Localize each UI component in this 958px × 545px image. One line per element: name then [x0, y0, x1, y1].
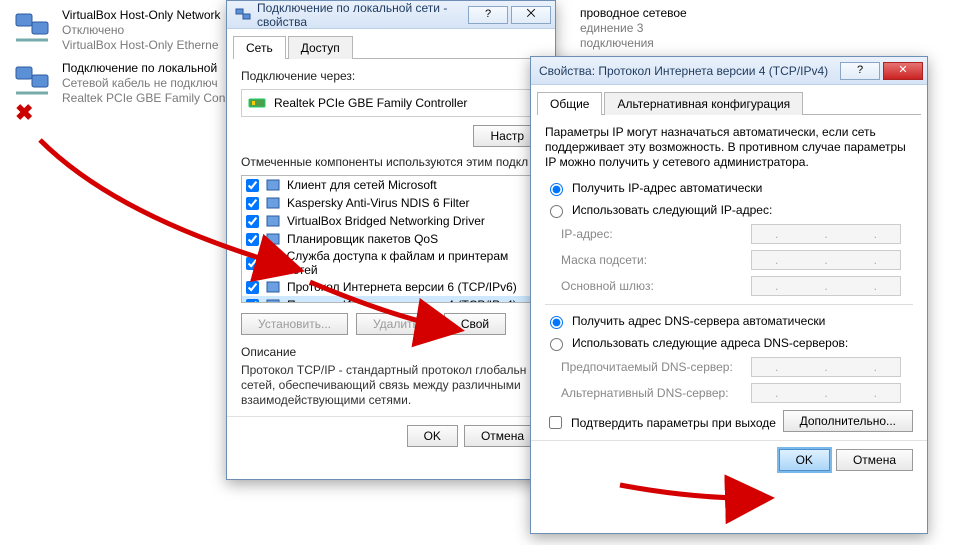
network-adapter-icon: [12, 61, 52, 101]
component-item[interactable]: Планировщик пакетов QoS: [242, 230, 540, 248]
network-adapter-icon: [12, 8, 52, 48]
dns-pref-input: ...: [751, 357, 901, 377]
dns-alt-input: ...: [751, 383, 901, 403]
connect-via-label: Подключение через:: [241, 69, 541, 83]
component-icon: [265, 213, 281, 229]
titlebar[interactable]: Свойства: Протокол Интернета версии 4 (T…: [531, 57, 927, 85]
component-label: Служба доступа к файлам и принтерам сете…: [287, 249, 536, 277]
component-checkbox[interactable]: [246, 281, 259, 294]
dns-pref-label: Предпочитаемый DNS-сервер:: [561, 360, 751, 374]
dns-alt-label: Альтернативный DNS-сервер:: [561, 386, 751, 400]
titlebar[interactable]: Подключение по локальной сети - свойства…: [227, 1, 555, 29]
component-label: Клиент для сетей Microsoft: [287, 178, 437, 192]
advanced-button[interactable]: Дополнительно...: [783, 410, 913, 432]
tabstrip: Сеть Доступ: [233, 35, 549, 59]
radio-ip-auto[interactable]: Получить IP-адрес автоматически: [545, 180, 913, 196]
adapter-name: Realtek PCIe GBE Family Controller: [274, 96, 467, 110]
radio-input[interactable]: [550, 205, 563, 218]
component-label: Планировщик пакетов QoS: [287, 232, 438, 246]
ok-button[interactable]: OK: [779, 449, 830, 471]
net-item-adapter: Realtek PCIe GBE Family Con: [62, 91, 225, 106]
close-button[interactable]: ✕: [883, 62, 923, 80]
radio-input[interactable]: [550, 183, 563, 196]
component-icon: [265, 231, 281, 247]
tab-access[interactable]: Доступ: [288, 36, 353, 59]
network-item-partial: проводное сетевое единение 3 подключения: [580, 6, 687, 51]
component-icon: [265, 279, 281, 295]
close-button[interactable]: ⨉: [511, 6, 551, 24]
subnet-label: Маска подсети:: [561, 253, 751, 267]
tab-general[interactable]: Общие: [537, 92, 602, 115]
help-button[interactable]: ?: [840, 62, 880, 80]
component-checkbox[interactable]: [246, 233, 259, 246]
component-checkbox[interactable]: [246, 215, 259, 228]
radio-ip-manual[interactable]: Использовать следующий IP-адрес:: [545, 202, 913, 218]
component-label: Kaspersky Anti-Virus NDIS 6 Filter: [287, 196, 470, 210]
component-icon: [265, 195, 281, 211]
dialog-title: Свойства: Протокол Интернета версии 4 (T…: [539, 64, 837, 78]
tab-network[interactable]: Сеть: [233, 36, 286, 59]
description-heading: Описание: [241, 345, 541, 359]
remove-button[interactable]: Удалить: [356, 313, 436, 335]
ip-address-input: ...: [751, 224, 901, 244]
net-item-status: Сетевой кабель не подключ: [62, 76, 225, 91]
network-icon: [235, 7, 251, 23]
component-checkbox[interactable]: [246, 257, 259, 270]
component-checkbox[interactable]: [246, 299, 259, 304]
component-label: Протокол Интернета версии 6 (TCP/IPv6): [287, 280, 517, 294]
component-icon: [265, 255, 281, 271]
radio-dns-manual[interactable]: Использовать следующие адреса DNS-сервер…: [545, 335, 913, 351]
component-item[interactable]: Kaspersky Anti-Virus NDIS 6 Filter: [242, 194, 540, 212]
net-item-adapter: VirtualBox Host-Only Etherne: [62, 38, 221, 53]
radio-input[interactable]: [550, 338, 563, 351]
component-item[interactable]: VirtualBox Bridged Networking Driver: [242, 212, 540, 230]
component-label: VirtualBox Bridged Networking Driver: [287, 214, 485, 228]
ip-address-label: IP-адрес:: [561, 227, 751, 241]
gateway-label: Основной шлюз:: [561, 279, 751, 293]
adapter-box: Realtek PCIe GBE Family Controller: [241, 89, 541, 117]
net-item-title: Подключение по локальной: [62, 61, 225, 76]
component-item[interactable]: Протокол Интернета версии 6 (TCP/IPv6): [242, 278, 540, 296]
description-text: Протокол TCP/IP - стандартный протокол г…: [241, 363, 541, 408]
adapter-icon: [248, 94, 266, 112]
component-item[interactable]: Протокол Интернета версии 4 (TCP/IPv4): [242, 296, 540, 303]
component-item[interactable]: Клиент для сетей Microsoft: [242, 176, 540, 194]
connection-properties-dialog: Подключение по локальной сети - свойства…: [226, 0, 556, 480]
radio-dns-auto[interactable]: Получить адрес DNS-сервера автоматически: [545, 313, 913, 329]
net-item-status: Отключено: [62, 23, 221, 38]
component-icon: [265, 177, 281, 193]
gateway-input: ...: [751, 276, 901, 296]
error-x-icon: ✖: [15, 100, 33, 126]
net-item-title: VirtualBox Host-Only Network: [62, 8, 221, 23]
tab-alt-config[interactable]: Альтернативная конфигурация: [604, 92, 803, 115]
component-checkbox[interactable]: [246, 179, 259, 192]
component-item[interactable]: Служба доступа к файлам и принтерам сете…: [242, 248, 540, 278]
ok-button[interactable]: OK: [407, 425, 458, 447]
components-label: Отмеченные компоненты используются этим …: [241, 155, 541, 169]
properties-button[interactable]: Свой: [444, 313, 506, 335]
subnet-input: ...: [751, 250, 901, 270]
help-button[interactable]: ?: [468, 6, 508, 24]
dialog-title: Подключение по локальной сети - свойства: [257, 1, 465, 29]
components-list[interactable]: Клиент для сетей Microsoft Kaspersky Anti…: [241, 175, 541, 303]
ipv4-properties-dialog: Свойства: Протокол Интернета версии 4 (T…: [530, 56, 928, 534]
install-button[interactable]: Установить...: [241, 313, 348, 335]
cancel-button[interactable]: Отмена: [836, 449, 913, 471]
validate-checkbox[interactable]: [549, 416, 562, 429]
component-checkbox[interactable]: [246, 197, 259, 210]
component-icon: [265, 297, 281, 303]
explain-text: Параметры IP могут назначаться автоматич…: [545, 125, 913, 170]
radio-input[interactable]: [550, 316, 563, 329]
tabstrip: Общие Альтернативная конфигурация: [537, 91, 921, 115]
component-label: Протокол Интернета версии 4 (TCP/IPv4): [287, 298, 517, 303]
